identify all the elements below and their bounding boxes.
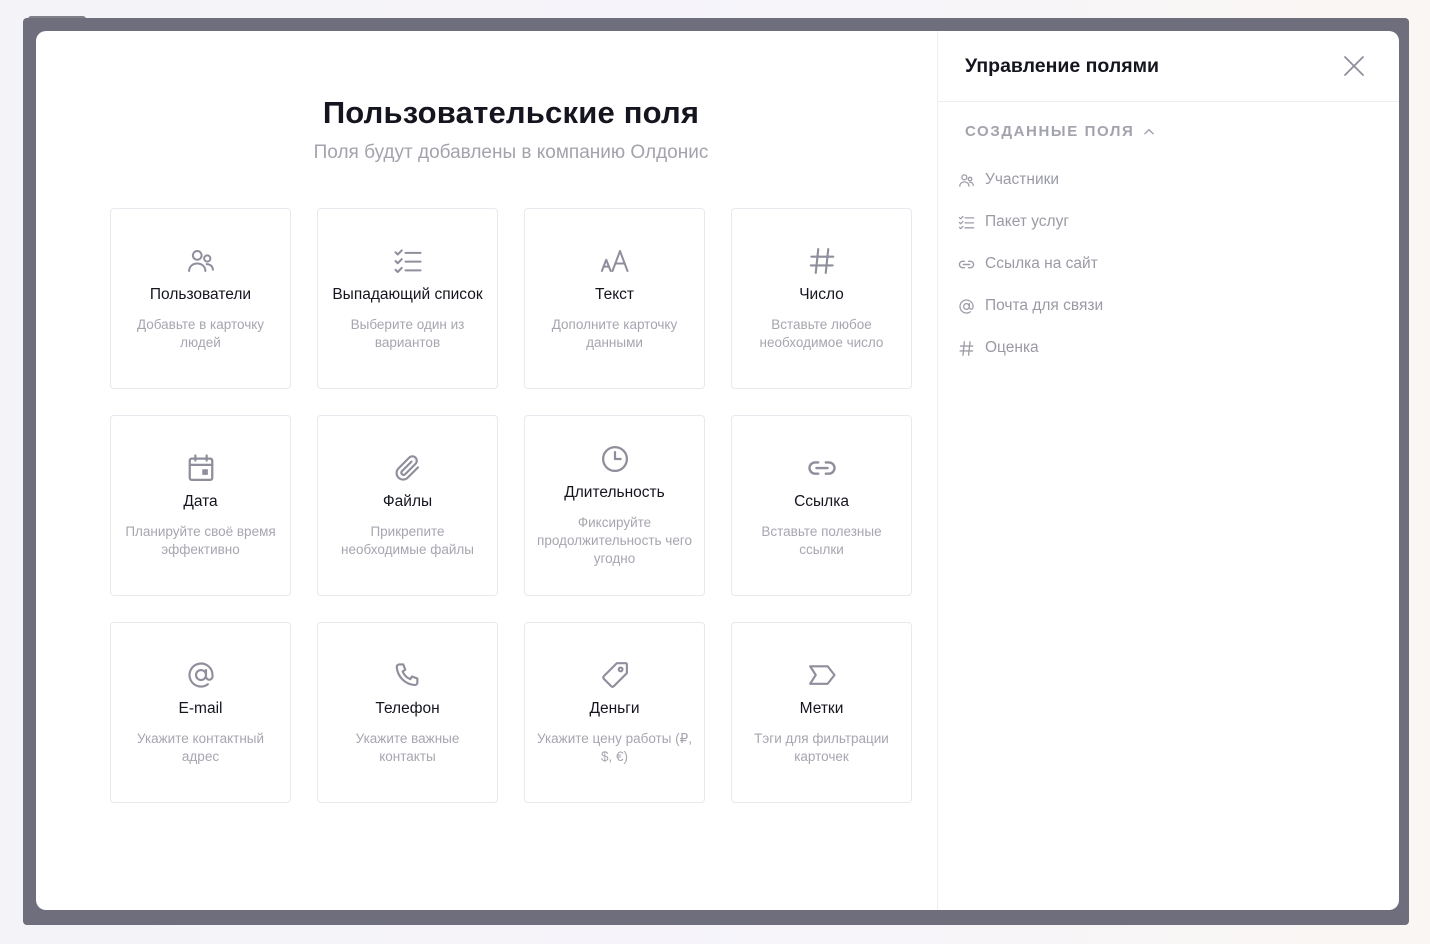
section-label: СОЗДАННЫЕ ПОЛЯ [965, 123, 1135, 140]
phone-icon [393, 660, 423, 690]
card-description: Вставьте полезные ссылки [761, 523, 882, 557]
sidebar-header: Управление полями [938, 31, 1399, 102]
field-type-card-money[interactable]: Деньги Укажите цену работы (₽, $, €) [524, 622, 705, 803]
hash-icon [807, 246, 837, 276]
field-type-card-text[interactable]: Текст Дополните карточку данными [524, 208, 705, 389]
field-type-card-email[interactable]: E-mail Укажите контактный адрес [110, 622, 291, 803]
created-field-label: Ссылка на сайт [985, 255, 1098, 272]
field-type-card-files[interactable]: Файлы Прикрепите необходимые файлы [317, 415, 498, 596]
field-type-card-labels[interactable]: Метки Тэги для фильтрации карточек [731, 622, 912, 803]
card-description: Укажите цену работы (₽, $, €) [536, 730, 693, 764]
created-field-item[interactable]: Участники [958, 159, 1103, 201]
created-field-item[interactable]: Пакет услуг [958, 201, 1103, 243]
page-subtitle: Поля будут добавлены в компанию Олдонис [313, 142, 709, 163]
field-type-card-duration[interactable]: Длительность Фиксируйте продолжительност… [524, 415, 705, 596]
card-description: Вставьте любое необходимое число [759, 316, 884, 350]
link-icon [958, 256, 975, 273]
created-fields-toggle[interactable]: СОЗДАННЫЕ ПОЛЯ [965, 123, 1156, 140]
card-title: Число [799, 285, 844, 303]
link-icon [807, 453, 837, 483]
at-icon [186, 660, 216, 690]
card-title: Текст [594, 285, 635, 303]
custom-fields-modal: Пользовательские поля Поля будут добавле… [36, 31, 1399, 910]
price-tag-icon [600, 660, 630, 690]
card-title: Пользователи [149, 285, 252, 303]
card-title: Выпадающий список [332, 285, 483, 303]
field-type-card-users[interactable]: Пользователи Добавьте в карточку людей [110, 208, 291, 389]
field-type-card-link[interactable]: Ссылка Вставьте полезные ссылки [731, 415, 912, 596]
created-field-label: Пакет услуг [985, 213, 1070, 230]
created-field-item[interactable]: Оценка [958, 327, 1103, 369]
card-title: Метки [799, 699, 844, 717]
card-title: Телефон [375, 699, 440, 717]
card-description: Тэги для фильтрации карточек [754, 730, 889, 764]
clock-icon [600, 444, 630, 474]
paperclip-icon [393, 453, 423, 483]
field-type-card-number[interactable]: Число Вставьте любое необходимое число [731, 208, 912, 389]
card-title: Дата [183, 492, 218, 510]
card-title: Ссылка [794, 492, 849, 510]
field-management-sidebar: Управление полями СОЗДАННЫЕ ПОЛЯ Участни… [937, 31, 1399, 910]
chevron-up-icon [1142, 125, 1156, 139]
field-type-card-phone[interactable]: Телефон Укажите важные контакты [317, 622, 498, 803]
card-description: Выберите один из вариантов [350, 316, 465, 350]
calendar-icon [186, 453, 216, 483]
created-field-label: Участники [985, 171, 1060, 188]
card-title: Деньги [589, 699, 640, 717]
close-icon [1344, 56, 1364, 76]
card-description: Планируйте своё время эффективно [125, 523, 276, 557]
card-title: Длительность [564, 483, 665, 501]
card-title: Файлы [382, 492, 433, 510]
created-field-label: Оценка [985, 339, 1039, 356]
users-icon [186, 246, 216, 276]
card-description: Добавьте в карточку людей [136, 316, 265, 350]
hash-icon [958, 340, 975, 357]
checklist-icon [393, 246, 423, 276]
card-description: Фиксируйте продолжительность чего угодно [537, 514, 692, 566]
close-button[interactable] [1341, 53, 1367, 79]
at-icon [958, 298, 975, 315]
created-field-item[interactable]: Почта для связи [958, 285, 1103, 327]
checklist-icon [958, 214, 975, 231]
card-description: Укажите важные контакты [355, 730, 460, 764]
card-description: Прикрепите необходимые файлы [341, 523, 474, 557]
card-title: E-mail [178, 699, 223, 717]
created-field-label: Почта для связи [985, 297, 1104, 314]
field-types-panel: Пользовательские поля Поля будут добавле… [36, 31, 937, 910]
text-size-icon [600, 246, 630, 276]
card-description: Укажите контактный адрес [136, 730, 265, 764]
field-type-card-dropdown[interactable]: Выпадающий список Выберите один из вариа… [317, 208, 498, 389]
card-description: Дополните карточку данными [551, 316, 678, 350]
created-field-item[interactable]: Ссылка на сайт [958, 243, 1103, 285]
sidebar-title: Управление полями [965, 55, 1160, 77]
created-fields-list: Участники Пакет услуг Ссылка на сайт Поч… [958, 159, 1103, 369]
page-title: Пользовательские поля [322, 95, 700, 130]
field-type-grid: Пользователи Добавьте в карточку людей В… [110, 208, 912, 803]
users-icon [958, 172, 975, 189]
label-icon [807, 660, 837, 690]
field-type-card-date[interactable]: Дата Планируйте своё время эффективно [110, 415, 291, 596]
